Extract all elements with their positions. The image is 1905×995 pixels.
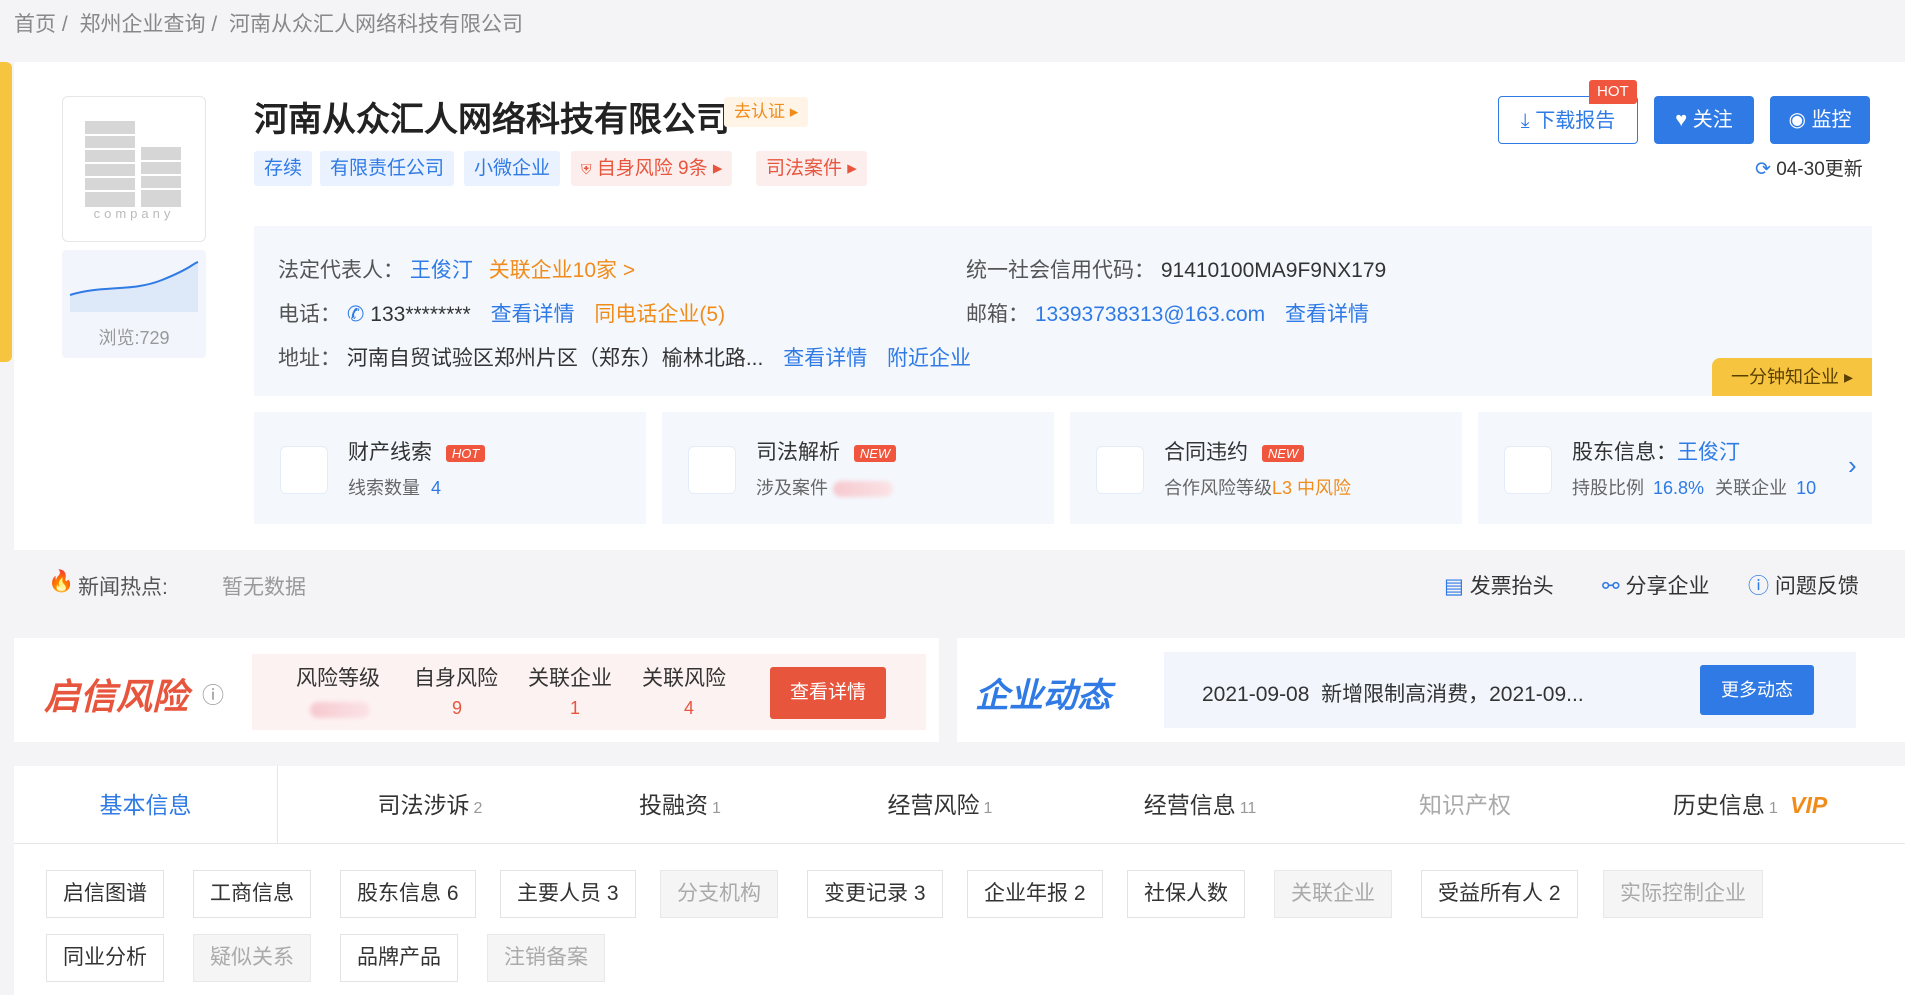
chip-suspected: 疑似关系 xyxy=(193,934,311,982)
phone-number: 133******** xyxy=(370,303,471,326)
legal-rep-link[interactable]: 王俊汀 xyxy=(410,259,473,282)
new-badge: NEW xyxy=(853,444,897,462)
shareholder-card[interactable]: 股东信息：王俊汀 持股比例 16.8% 关联企业 10 › xyxy=(1478,412,1872,524)
address-row: 地址： 河南自贸试验区郑州片区（郑东）榆林北路... 查看详情 附近企业 xyxy=(278,347,972,370)
chip-key-people[interactable]: 主要人员 3 xyxy=(500,870,636,918)
user-icon xyxy=(1504,446,1552,494)
address-text: 河南自贸试验区郑州片区（郑东）榆林北路... xyxy=(346,347,764,370)
legal-rep-row: 法定代表人： 王俊汀 关联企业10家 > xyxy=(278,259,636,282)
phone-detail-link[interactable]: 查看详情 xyxy=(491,303,575,326)
blurred-value xyxy=(833,481,894,498)
verify-link[interactable]: 去认证 ▸ xyxy=(724,97,809,127)
chip-graph[interactable]: 启信图谱 xyxy=(46,870,164,918)
logo-caption: company xyxy=(93,206,175,221)
help-icon: ⓘ xyxy=(1748,575,1769,598)
phone-icon: ✆ xyxy=(346,303,365,326)
breadcrumb-city[interactable]: 郑州企业查询 / xyxy=(80,13,218,36)
risk-logo: 启信风险 xyxy=(44,676,189,717)
more-dynamics-button[interactable]: 更多动态 xyxy=(1700,665,1814,715)
chip-changes[interactable]: 变更记录 3 xyxy=(807,870,943,918)
tab-ip[interactable]: 知识产权 xyxy=(1355,766,1575,844)
nearby-companies-link[interactable]: 附近企业 xyxy=(887,347,971,370)
chevron-right-icon[interactable]: › xyxy=(1848,450,1857,481)
hot-badge: HOT xyxy=(1589,80,1637,104)
judicial-analysis-card[interactable]: 司法解析 NEW 涉及案件 xyxy=(662,412,1054,524)
chip-related: 关联企业 xyxy=(1274,870,1392,918)
dynamics-logo: 企业动态 xyxy=(975,677,1111,715)
contract-breach-card[interactable]: 合同违约 NEW 合作风险等级L3 中风险 xyxy=(1070,412,1462,524)
vip-badge: VIP xyxy=(1790,792,1828,818)
chip-social-security[interactable]: 社保人数 xyxy=(1127,870,1245,918)
breadcrumb-current: 河南从众汇人网络科技有限公司 xyxy=(229,13,524,36)
self-risk-count[interactable]: 9 xyxy=(452,698,462,719)
tab-business-info[interactable]: 经营信息 11 xyxy=(1090,766,1310,844)
trend-line-icon xyxy=(69,261,199,312)
breadcrumb: 首页 / 郑州企业查询 / 河南从众汇人网络科技有限公司 xyxy=(14,8,529,38)
chip-annual-report[interactable]: 企业年报 2 xyxy=(967,870,1103,918)
news-bar: 🔥 新闻热点: 暂无数据 ▤ 发票抬头 ⚯ 分享企业 ⓘ 问题反馈 xyxy=(14,550,1905,618)
fire-icon: 🔥 xyxy=(48,570,75,593)
monitor-button[interactable]: ◉ 监控 xyxy=(1770,96,1870,144)
document-icon xyxy=(280,446,328,494)
share-icon: ⚯ xyxy=(1602,575,1620,598)
email-row: 邮箱： 13393738313@163.com 查看详情 xyxy=(966,303,1370,326)
breadcrumb-home[interactable]: 首页 / xyxy=(14,13,68,36)
chip-peer-analysis[interactable]: 同业分析 xyxy=(46,934,164,982)
status-tag[interactable]: 存续 xyxy=(254,151,313,186)
chip-brands[interactable]: 品牌产品 xyxy=(340,934,458,982)
monitor-icon: ◉ xyxy=(1788,109,1806,131)
risk-tag[interactable]: ⛨ 自身风险 9条 ▸ xyxy=(571,151,733,186)
side-strip[interactable] xyxy=(0,62,12,362)
credit-code-row: 统一社会信用代码： 91410100MA9F9NX179 xyxy=(966,259,1387,282)
share-button[interactable]: ⚯ 分享企业 xyxy=(1602,570,1709,600)
chip-deregistration: 注销备案 xyxy=(487,934,605,982)
blurred-risk-level xyxy=(310,702,370,718)
heart-icon: ♥ xyxy=(1675,109,1688,131)
news-value: 暂无数据 xyxy=(222,576,306,599)
company-name: 河南从众汇人网络科技有限公司 xyxy=(254,101,730,139)
address-detail-link[interactable]: 查看详情 xyxy=(783,347,867,370)
feedback-button[interactable]: ⓘ 问题反馈 xyxy=(1748,570,1859,600)
tab-financing[interactable]: 投融资 1 xyxy=(570,766,790,844)
tab-judicial[interactable]: 司法涉诉 2 xyxy=(320,766,540,844)
chip-branches: 分支机构 xyxy=(660,870,778,918)
dynamics-text[interactable]: 2021-09-08 新增限制高消费，2021-09... xyxy=(1202,678,1584,708)
views-count: 浏览:729 xyxy=(98,328,170,348)
refresh-icon: ⟳ xyxy=(1755,159,1771,180)
type-tag[interactable]: 有限责任公司 xyxy=(320,151,455,186)
chip-controlled: 实际控制企业 xyxy=(1603,870,1763,918)
receipt-icon: ▤ xyxy=(1444,575,1464,598)
building-icon xyxy=(85,121,181,207)
judicial-tag[interactable]: 司法案件 ▸ xyxy=(756,151,867,186)
related-risk-count[interactable]: 4 xyxy=(684,698,694,719)
related-company-count[interactable]: 1 xyxy=(570,698,580,719)
one-minute-know-button[interactable]: 一分钟知企业 ▸ xyxy=(1712,358,1872,396)
tab-basic-info[interactable]: 基本信息 xyxy=(14,766,278,844)
phone-row: 电话： ✆ 133******** 查看详情 同电话企业(5) xyxy=(278,303,726,326)
size-tag[interactable]: 小微企业 xyxy=(464,151,561,186)
download-icon: ⤓ xyxy=(1520,110,1530,132)
email-detail-link[interactable]: 查看详情 xyxy=(1285,303,1369,326)
chip-registration[interactable]: 工商信息 xyxy=(193,870,311,918)
email-link[interactable]: 13393738313@163.com xyxy=(1035,303,1265,326)
follow-button[interactable]: ♥ 关注 xyxy=(1654,96,1754,144)
contract-icon xyxy=(1096,446,1144,494)
tab-history[interactable]: 历史信息 1 VIP xyxy=(1630,766,1870,844)
shield-icon: ⛨ xyxy=(581,161,592,177)
tab-business-risk[interactable]: 经营风险 1 xyxy=(830,766,1050,844)
related-companies-link[interactable]: 关联企业10家 > xyxy=(489,259,635,282)
chip-shareholders[interactable]: 股东信息 6 xyxy=(340,870,476,918)
judicial-icon xyxy=(688,446,736,494)
hot-badge: HOT xyxy=(445,444,486,462)
invoice-button[interactable]: ▤ 发票抬头 xyxy=(1444,570,1554,600)
property-clues-card[interactable]: 财产线索 HOT 线索数量 4 xyxy=(254,412,646,524)
new-badge: NEW xyxy=(1261,444,1305,462)
credit-code: 91410100MA9F9NX179 xyxy=(1160,259,1387,282)
risk-detail-button[interactable]: 查看详情 xyxy=(770,667,886,719)
help-icon[interactable]: ⓘ xyxy=(202,678,224,710)
chip-beneficiaries[interactable]: 受益所有人 2 xyxy=(1421,870,1578,918)
update-time[interactable]: ⟳ 04-30更新 xyxy=(1755,154,1863,181)
same-phone-link[interactable]: 同电话企业(5) xyxy=(594,303,725,326)
